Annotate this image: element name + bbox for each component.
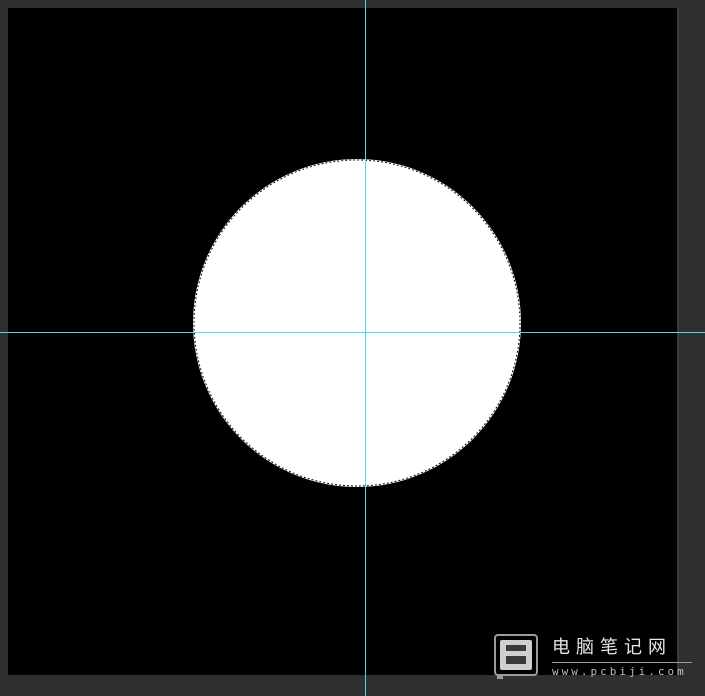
- vertical-guide-line[interactable]: [365, 0, 366, 696]
- photoshop-workspace: 电脑笔记网 www.pcbiji.com: [0, 0, 705, 696]
- circle-selection-outline: [193, 159, 521, 487]
- document-canvas[interactable]: [8, 8, 677, 675]
- horizontal-guide-line[interactable]: [0, 332, 705, 333]
- pcbiji-logo-icon: [494, 634, 538, 679]
- canvas-shadow-edge: [677, 8, 679, 675]
- watermark-title: 电脑笔记网: [552, 637, 672, 658]
- watermark-url: www.pcbiji.com: [552, 665, 687, 678]
- site-watermark: 电脑笔记网 www.pcbiji.com: [494, 634, 699, 686]
- watermark-text-block: 电脑笔记网 www.pcbiji.com: [552, 634, 692, 679]
- watermark-divider: [552, 662, 692, 663]
